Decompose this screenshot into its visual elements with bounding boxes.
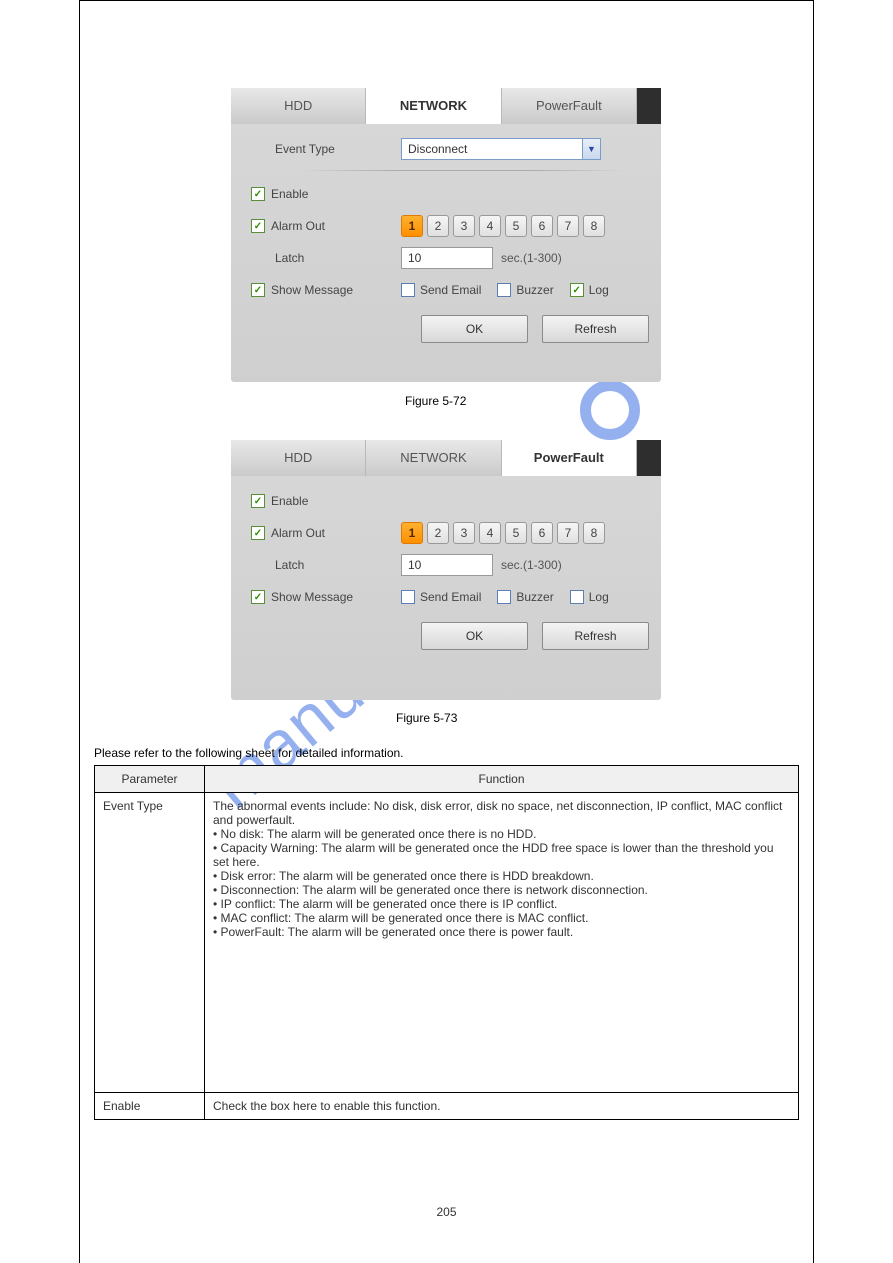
th-parameter: Parameter	[95, 766, 205, 793]
alarm-out-6[interactable]: 6	[531, 215, 553, 237]
alarm-out-6[interactable]: 6	[531, 522, 553, 544]
alarm-out-checkbox[interactable]: ✓	[251, 219, 265, 233]
log-checkbox[interactable]: ✓	[570, 283, 584, 297]
latch-hint: sec.(1-300)	[501, 558, 562, 572]
alarm-out-3[interactable]: 3	[453, 215, 475, 237]
show-message-checkbox[interactable]: ✓	[251, 283, 265, 297]
tab-powerfault[interactable]: PowerFault	[502, 88, 637, 124]
log-label: Log	[589, 590, 609, 604]
refresh-button[interactable]: Refresh	[542, 315, 649, 343]
enable-label: Enable	[271, 494, 308, 508]
parameter-table: Parameter Function Event Type The abnorm…	[94, 765, 799, 1120]
tab-bar: HDD NETWORK PowerFault	[231, 88, 661, 124]
network-settings-panel: HDD NETWORK PowerFault Event Type Discon…	[231, 88, 661, 382]
alarm-out-4[interactable]: 4	[479, 215, 501, 237]
tab-end-strip	[637, 88, 661, 124]
figure-caption-1: Figure 5-72	[405, 394, 466, 408]
buzzer-checkbox[interactable]: ✓	[497, 590, 511, 604]
tab-end-strip	[637, 440, 661, 476]
td-event-type: Event Type	[95, 793, 205, 1093]
see-caption: Please refer to the following sheet for …	[94, 746, 404, 760]
buzzer-label: Buzzer	[516, 590, 553, 604]
send-email-label: Send Email	[420, 590, 481, 604]
alarm-out-buttons: 1 2 3 4 5 6 7 8	[401, 522, 605, 544]
tab-network[interactable]: NETWORK	[366, 440, 501, 476]
alarm-out-buttons: 1 2 3 4 5 6 7 8	[401, 215, 605, 237]
refresh-button[interactable]: Refresh	[542, 622, 649, 650]
show-message-label: Show Message	[271, 590, 353, 604]
td-enable: Enable	[95, 1093, 205, 1120]
send-email-label: Send Email	[420, 283, 481, 297]
tab-powerfault[interactable]: PowerFault	[502, 440, 637, 476]
ok-button[interactable]: OK	[421, 622, 528, 650]
alarm-out-2[interactable]: 2	[427, 215, 449, 237]
alarm-out-label: Alarm Out	[271, 526, 325, 540]
latch-input[interactable]: 10	[401, 554, 493, 576]
buzzer-checkbox[interactable]: ✓	[497, 283, 511, 297]
alarm-out-4[interactable]: 4	[479, 522, 501, 544]
separator	[301, 170, 625, 171]
td-event-type-desc: The abnormal events include: No disk, di…	[205, 793, 799, 1093]
alarm-out-5[interactable]: 5	[505, 522, 527, 544]
latch-hint: sec.(1-300)	[501, 251, 562, 265]
alarm-out-7[interactable]: 7	[557, 522, 579, 544]
latch-label: Latch	[251, 251, 401, 265]
log-label: Log	[589, 283, 609, 297]
alarm-out-label: Alarm Out	[271, 219, 325, 233]
show-message-label: Show Message	[271, 283, 353, 297]
alarm-out-checkbox[interactable]: ✓	[251, 526, 265, 540]
ok-button[interactable]: OK	[421, 315, 528, 343]
tab-hdd[interactable]: HDD	[231, 88, 366, 124]
alarm-out-2[interactable]: 2	[427, 522, 449, 544]
tab-bar: HDD NETWORK PowerFault	[231, 440, 661, 476]
figure-caption-2: Figure 5-73	[396, 711, 457, 725]
alarm-out-5[interactable]: 5	[505, 215, 527, 237]
latch-input[interactable]: 10	[401, 247, 493, 269]
tab-network[interactable]: NETWORK	[366, 88, 501, 124]
powerfault-settings-panel: HDD NETWORK PowerFault ✓ Enable ✓ Alarm …	[231, 440, 661, 700]
latch-label: Latch	[251, 558, 401, 572]
alarm-out-8[interactable]: 8	[583, 215, 605, 237]
chevron-down-icon: ▼	[582, 139, 600, 159]
buzzer-label: Buzzer	[516, 283, 553, 297]
alarm-out-1[interactable]: 1	[401, 522, 423, 544]
event-type-value: Disconnect	[408, 142, 467, 156]
alarm-out-7[interactable]: 7	[557, 215, 579, 237]
log-checkbox[interactable]: ✓	[570, 590, 584, 604]
alarm-out-1[interactable]: 1	[401, 215, 423, 237]
send-email-checkbox[interactable]: ✓	[401, 590, 415, 604]
th-function: Function	[205, 766, 799, 793]
enable-checkbox[interactable]: ✓	[251, 494, 265, 508]
enable-label: Enable	[271, 187, 308, 201]
alarm-out-8[interactable]: 8	[583, 522, 605, 544]
show-message-checkbox[interactable]: ✓	[251, 590, 265, 604]
event-type-label: Event Type	[251, 142, 401, 156]
enable-checkbox[interactable]: ✓	[251, 187, 265, 201]
alarm-out-3[interactable]: 3	[453, 522, 475, 544]
event-type-select[interactable]: Disconnect ▼	[401, 138, 601, 160]
page-number: 205	[436, 1205, 456, 1219]
send-email-checkbox[interactable]: ✓	[401, 283, 415, 297]
td-enable-desc: Check the box here to enable this functi…	[205, 1093, 799, 1120]
tab-hdd[interactable]: HDD	[231, 440, 366, 476]
